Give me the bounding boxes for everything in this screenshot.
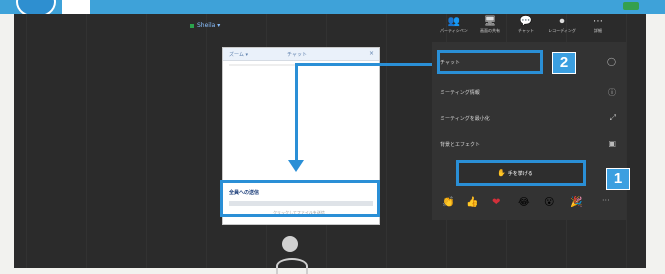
meeting-toolbar: 👥 パーティシペント 🖥 画面の共有 💬 チャット ⏺ レコーディング ⋯ 詳細 <box>440 16 620 40</box>
share-indicator[interactable]: Sheila ▾ <box>190 22 220 29</box>
callout-number-1: 1 <box>606 168 630 190</box>
chat-item-highlight <box>437 50 543 74</box>
clap-icon[interactable]: 👏 <box>442 196 454 210</box>
menu-item-minimize[interactable]: ミーティングを最小化 ⤢ <box>440 112 616 126</box>
surprised-icon[interactable]: 😮 <box>544 196 554 210</box>
raise-hand-label: 手を挙げる <box>507 171 533 177</box>
record-icon: ⏺ <box>559 16 565 27</box>
minimize-icon: ⤢ <box>609 113 616 122</box>
banner-white-box <box>62 0 90 14</box>
chat-bubble-icon: ◯ <box>607 57 616 66</box>
thumbs-up-icon[interactable]: 👍 <box>466 196 478 210</box>
background-icon: ▣ <box>608 139 616 148</box>
chat-window-header: ズーム ▾ チャット × <box>223 48 379 61</box>
toolbar-chat-label: チャット <box>518 28 534 33</box>
share-label: Sheila ▾ <box>197 22 221 29</box>
menu-item-minimize-label: ミーティングを最小化 <box>440 116 490 122</box>
chat-tab-selector[interactable]: ズーム ▾ <box>229 51 248 58</box>
menu-item-background-label: 背景とエフェクト <box>440 142 481 148</box>
arrow-down-icon <box>288 160 304 172</box>
raise-hand-icon: ✋ <box>497 169 506 177</box>
more-reactions-icon[interactable]: ··· <box>602 196 610 205</box>
close-icon[interactable]: × <box>369 50 374 57</box>
party-icon[interactable]: 🎉 <box>570 196 582 210</box>
toolbar-participants[interactable]: 👥 パーティシペント <box>440 16 468 40</box>
menu-item-info[interactable]: ミーティング情報 ⓘ <box>440 86 616 100</box>
instruction-banner <box>0 0 665 14</box>
share-dot-icon <box>190 23 194 28</box>
self-view-avatar <box>282 236 298 252</box>
status-indicator <box>623 2 639 10</box>
menu-item-info-label: ミーティング情報 <box>440 90 480 96</box>
arrow-vertical <box>295 63 298 163</box>
share-icon: 🖥 <box>483 16 497 27</box>
toolbar-more[interactable]: ⋯ 詳細 <box>584 16 612 40</box>
toolbar-share-label: 画面の共有 <box>480 28 500 33</box>
callout-number-2: 2 <box>552 52 576 74</box>
toolbar-share[interactable]: 🖥 画面の共有 <box>476 16 504 40</box>
heart-icon[interactable]: ❤ <box>492 196 500 210</box>
toolbar-chat[interactable]: 💬 チャット <box>512 16 540 40</box>
reaction-bar: 👏 👍 ❤ 😂 😮 🎉 ··· <box>440 196 616 212</box>
toolbar-record-label: レコーディング <box>548 28 576 33</box>
avatar-body <box>276 258 308 274</box>
more-icon: ⋯ <box>593 16 603 27</box>
raise-hand-button[interactable]: ✋ 手を挙げる <box>456 160 586 186</box>
info-icon: ⓘ <box>608 88 616 97</box>
participants-icon: 👥 <box>447 16 461 27</box>
chat-window-title: チャット <box>287 52 307 58</box>
toolbar-more-label: 詳細 <box>594 28 602 33</box>
arrow-horizontal <box>296 63 440 66</box>
laugh-icon[interactable]: 😂 <box>518 196 530 210</box>
chat-icon: 💬 <box>519 16 533 27</box>
toolbar-record[interactable]: ⏺ レコーディング <box>548 16 576 40</box>
chat-input-highlight <box>220 180 380 217</box>
menu-item-background[interactable]: 背景とエフェクト ▣ <box>440 138 616 152</box>
toolbar-participants-label: パーティシペント <box>440 28 468 33</box>
